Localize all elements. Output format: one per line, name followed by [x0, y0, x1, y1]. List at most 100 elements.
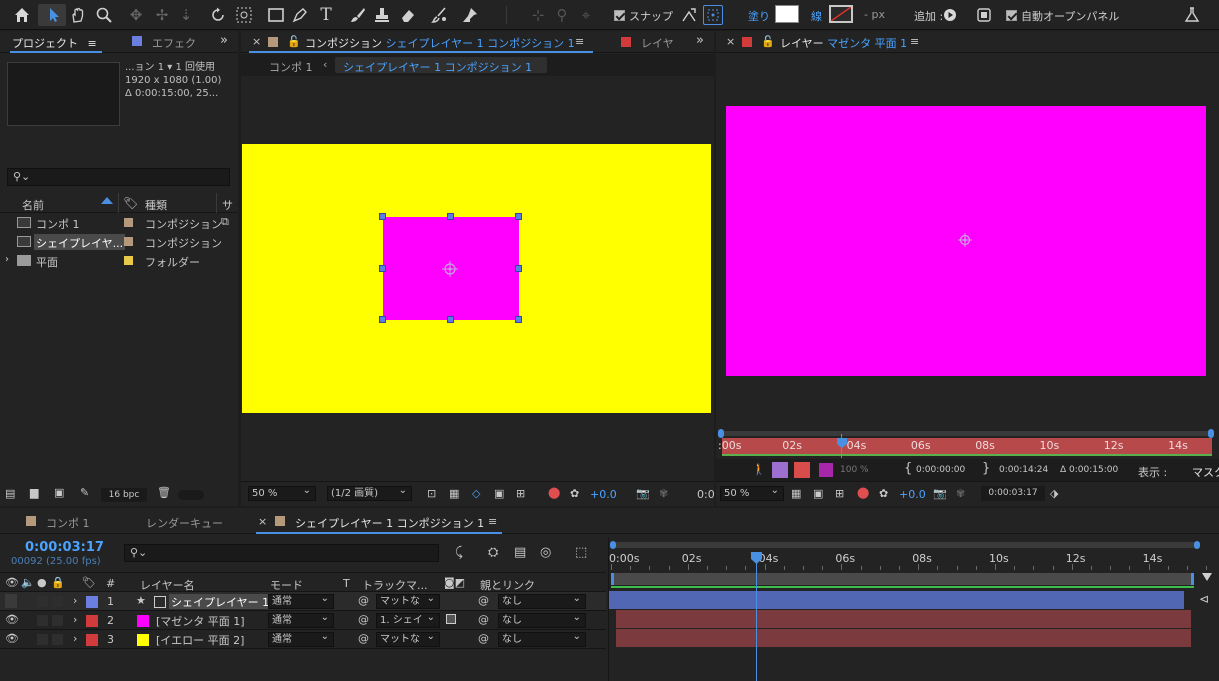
expand-chevron-icon[interactable]: › [73, 594, 77, 607]
visibility-toggle-icon[interactable]: 👁 [5, 632, 19, 646]
anchor-point-icon[interactable] [957, 232, 973, 248]
transform-handle[interactable] [447, 316, 454, 323]
dolly-tool-icon[interactable]: ⇣ [176, 5, 196, 25]
align-icon[interactable]: ⊹ [528, 5, 548, 25]
pan-tool-icon[interactable]: ✢ [152, 5, 172, 25]
layer-time-ruler[interactable]: :00s 02s 04s 06s 08s 10s 12s 14s [718, 434, 1212, 458]
tab-effects[interactable]: エフェク [152, 35, 196, 51]
expand-chevron-icon[interactable]: › [73, 613, 77, 626]
blend-mode-dropdown[interactable]: 通常 [268, 611, 334, 628]
label-color-swatch[interactable] [124, 256, 133, 265]
panel-overflow-icon[interactable]: » [696, 33, 704, 48]
comp-timecode-stub[interactable]: 0:0 [697, 488, 715, 501]
region-of-interest-icon[interactable]: ▣ [494, 487, 504, 500]
tab-comp-1[interactable]: コンポ 1 [46, 515, 90, 531]
column-type[interactable]: 種類 [145, 197, 167, 213]
region-of-interest-icon[interactable]: ▣ [813, 487, 823, 500]
visibility-toggle-icon[interactable]: 👁 [5, 613, 19, 627]
label-color-swatch[interactable] [124, 237, 133, 246]
current-time[interactable]: 0:00:03:17 [25, 540, 104, 555]
timeline-zoom-in-icon[interactable] [1200, 571, 1214, 585]
layer-row[interactable]: 👁 › 3 [イエロー 平面 2] 通常 @ マットな @ なし [0, 630, 606, 649]
lock-toggle[interactable] [52, 634, 63, 645]
orbit-tool-icon[interactable]: ✥ [126, 5, 146, 25]
snap-checkbox[interactable] [614, 10, 625, 21]
blend-mode-dropdown[interactable]: 通常 [268, 630, 334, 647]
layer-color-swatch[interactable] [819, 463, 833, 477]
project-item[interactable]: › 平面 フォルダー [0, 251, 238, 270]
project-search-input[interactable]: ⚲⌄ [7, 168, 230, 186]
puppet-icon[interactable]: 🚶 [752, 463, 766, 476]
rotate-tool-icon[interactable] [208, 5, 228, 25]
track-matte-dropdown[interactable]: マットな [376, 630, 440, 647]
opacity-value[interactable]: 100 % [840, 465, 869, 475]
transparency-grid-icon[interactable]: ▦ [791, 487, 801, 500]
channels-icon[interactable]: ⬤ [857, 486, 869, 499]
mask-visibility-icon[interactable]: ◇ [472, 487, 480, 500]
in-point-value[interactable]: 0:00:00:00 [916, 465, 965, 475]
column-size[interactable]: サ [222, 197, 233, 213]
stroke-width-value[interactable]: - px [864, 8, 885, 21]
track-matte-dropdown[interactable]: 1. シェイ [376, 611, 440, 628]
comp-tab-title[interactable]: コンポジション シェイプレイヤー 1 コンポジション 1 [305, 35, 575, 51]
bevel-icon[interactable] [974, 5, 994, 25]
anchor-point-tool-icon[interactable] [234, 5, 254, 25]
brush-tool-icon[interactable] [348, 5, 368, 25]
track-matte-dropdown[interactable]: マットな [376, 592, 440, 609]
view-mode-dropdown[interactable]: マスク [1192, 464, 1219, 480]
flowchart-icon[interactable]: ⧉ [221, 215, 229, 229]
panel-overflow-icon[interactable]: » [220, 33, 228, 48]
snapshot-icon[interactable]: 📷 [933, 487, 947, 500]
comp-zoom-dropdown[interactable]: 50 % [248, 484, 316, 501]
track-matte-pickwhip-icon[interactable]: @ [358, 613, 369, 626]
snap-edges-icon[interactable] [679, 5, 699, 25]
render-toggle-icon[interactable] [794, 462, 810, 478]
time-navigator[interactable] [613, 542, 1199, 548]
solo-toggle[interactable] [37, 615, 48, 626]
expand-chevron-icon[interactable]: › [73, 632, 77, 645]
tab-render-queue[interactable]: レンダーキュー [146, 515, 223, 531]
lock-icon[interactable]: 🔓 [287, 35, 301, 48]
parent-pickwhip-icon[interactable]: @ [478, 613, 489, 626]
draft-3d-icon[interactable]: ⛭ [488, 545, 498, 560]
track-matte-pickwhip-icon[interactable]: @ [358, 632, 369, 645]
layer-tab-title[interactable]: レイヤー マゼンタ 平面 1 [780, 35, 907, 51]
layer-name[interactable]: [イエロー 平面 2] [154, 632, 246, 647]
tab-layer-short[interactable]: レイヤ [641, 35, 674, 51]
rectangle-tool-icon[interactable] [266, 5, 286, 25]
navigator-end-handle[interactable] [1194, 541, 1200, 549]
column-layer-name[interactable]: レイヤー名 [140, 577, 195, 593]
viewer-options-icon[interactable]: ⬗ [1050, 487, 1058, 500]
tab-shape-comp[interactable]: シェイプレイヤー 1 コンポジション 1 [295, 515, 484, 531]
view-axis-icon[interactable]: ⌖ [576, 5, 596, 25]
bpc-button[interactable]: 16 bpc [101, 488, 147, 502]
puppet-pin-tool-icon[interactable] [460, 5, 480, 25]
new-folder-icon[interactable]: ▆ [30, 486, 38, 499]
channels-icon[interactable]: ⬤ [548, 486, 560, 499]
layer-range-bar[interactable] [721, 431, 1213, 436]
visibility-toggle-icon[interactable] [5, 594, 17, 608]
navigator-start-handle[interactable] [610, 541, 616, 549]
show-snapshot-icon[interactable]: ✾ [659, 487, 668, 500]
project-item[interactable]: シェイプレイヤ... コンポジション [0, 232, 238, 251]
comp-exposure-value[interactable]: +0.0 [590, 488, 617, 501]
flask-icon[interactable] [1182, 5, 1202, 25]
interpret-footage-icon[interactable]: ▤ [5, 487, 15, 500]
layer-row[interactable]: › 1 ★ シェイプレイヤー 1 通常 @ マットな @ なし [0, 592, 606, 611]
layer-row[interactable]: 👁 › 2 [マゼンタ 平面 1] 通常 @ 1. シェイ @ なし [0, 611, 606, 630]
range-start-handle[interactable] [718, 429, 724, 438]
sort-ascending-icon[interactable] [101, 197, 113, 204]
comp-flowchart-icon[interactable]: ⤹ [455, 545, 463, 560]
close-tab-icon[interactable]: × [726, 35, 735, 48]
parent-pickwhip-icon[interactable]: @ [478, 594, 489, 607]
transform-handle[interactable] [379, 213, 386, 220]
close-tab-icon[interactable]: × [258, 515, 267, 528]
graph-editor-icon[interactable]: ⬚ [575, 545, 587, 560]
transform-handle[interactable] [515, 213, 522, 220]
comp-viewport[interactable] [241, 77, 714, 481]
project-settings-icon[interactable]: ✎ [80, 486, 89, 499]
layer-bar-magenta[interactable] [616, 610, 1191, 628]
hand-tool-icon[interactable] [68, 5, 88, 25]
track-matte-pickwhip-icon[interactable]: @ [358, 594, 369, 607]
solo-toggle[interactable] [37, 596, 48, 607]
